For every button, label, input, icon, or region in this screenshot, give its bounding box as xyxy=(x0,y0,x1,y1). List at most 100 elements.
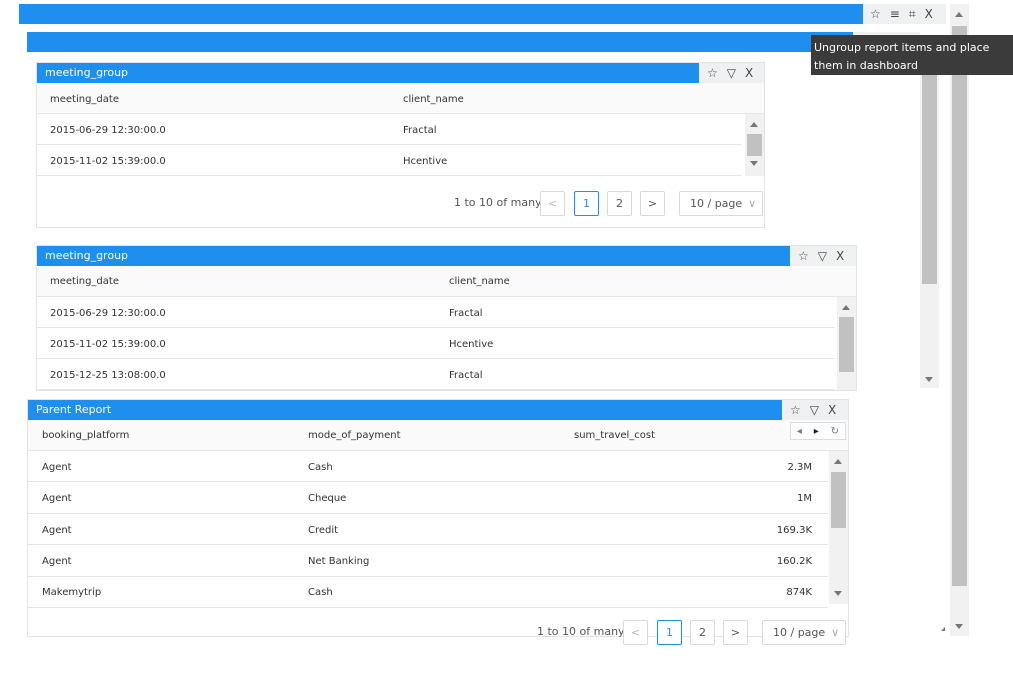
prev-page-button[interactable]: < xyxy=(623,620,648,645)
table-cell: 1M xyxy=(797,493,812,504)
pagination-summary: 1 to 10 of many xyxy=(454,196,542,209)
scroll-down-icon[interactable] xyxy=(925,377,933,382)
table-cell: Hcentive xyxy=(449,339,494,350)
table-header-row xyxy=(37,266,856,297)
table-row[interactable] xyxy=(28,482,828,514)
close-icon[interactable]: X xyxy=(925,7,933,21)
table-cell: Fractal xyxy=(449,308,483,319)
page-1-button[interactable]: 1 xyxy=(574,191,599,216)
scrollbar-thumb[interactable] xyxy=(839,317,854,372)
dashboard-toolbar: ☆ ≡ ⌗ X xyxy=(863,4,946,24)
table-cell: Fractal xyxy=(449,370,483,381)
table-header-row xyxy=(28,420,848,451)
table-scrollbar[interactable] xyxy=(829,451,848,604)
scrollbar-thumb[interactable] xyxy=(831,472,846,528)
table-cell: Credit xyxy=(308,525,339,536)
table-row[interactable] xyxy=(28,451,828,482)
column-header[interactable]: meeting_date xyxy=(50,94,119,105)
scroll-up-icon[interactable] xyxy=(955,12,963,17)
table-cell: Net Banking xyxy=(308,556,370,567)
close-icon[interactable]: X xyxy=(745,67,753,79)
table-cell: Agent xyxy=(42,462,72,473)
scrollbar-thumb[interactable] xyxy=(952,26,967,586)
table-cell: 2015-11-02 15:39:00.0 xyxy=(50,339,166,350)
scroll-down-icon[interactable] xyxy=(834,591,842,596)
report-panel-meeting-group-1: meeting_group ☆ ▽ X meeting_date client_… xyxy=(36,62,765,228)
panel-title: Parent Report xyxy=(28,400,783,420)
table-row[interactable] xyxy=(28,514,828,545)
scrollbar-thumb[interactable] xyxy=(747,134,762,156)
table-cell: 169.3K xyxy=(776,525,812,536)
table-scrollbar[interactable] xyxy=(745,114,764,176)
table-cell: Cash xyxy=(308,462,333,473)
page-size-value: 10 / page xyxy=(773,626,826,639)
list-icon[interactable]: ≡ xyxy=(890,7,900,21)
dashboard-header-bar xyxy=(19,4,863,24)
panel-toolbar: ☆ ▽ X xyxy=(782,400,848,420)
group-scrollbar[interactable] xyxy=(920,52,939,388)
filter-icon[interactable]: ▽ xyxy=(727,67,736,79)
column-header[interactable]: client_name xyxy=(403,94,464,105)
scroll-up-icon[interactable] xyxy=(750,122,758,127)
scroll-down-icon[interactable] xyxy=(750,161,758,166)
next-page-button[interactable]: > xyxy=(723,620,748,645)
pin-icon[interactable]: ☆ xyxy=(798,250,809,262)
table-cell: Fractal xyxy=(403,125,437,136)
table-row[interactable] xyxy=(28,577,828,608)
scroll-down-icon[interactable] xyxy=(955,624,963,629)
dashboard-scrollbar[interactable] xyxy=(950,4,969,636)
table-cell: 2015-06-29 12:30:00.0 xyxy=(50,308,166,319)
report-panel-meeting-group-2: meeting_group ☆ ▽ X meeting_date client_… xyxy=(36,245,857,391)
column-header[interactable]: client_name xyxy=(449,276,510,287)
group-header-bar xyxy=(27,32,853,52)
report-panel-parent-report: Parent Report ☆ ▽ X booking_platform mod… xyxy=(27,399,849,645)
filter-icon[interactable]: ▽ xyxy=(810,404,819,416)
pagination-summary: 1 to 10 of many xyxy=(537,625,625,638)
column-header[interactable]: meeting_date xyxy=(50,276,119,287)
table-cell: Cash xyxy=(308,587,333,598)
page-size-select[interactable]: 10 / page ∨ xyxy=(762,620,846,645)
table-header-row xyxy=(37,83,764,114)
panel-toolbar: ☆ ▽ X xyxy=(790,246,856,266)
close-icon[interactable]: X xyxy=(828,404,836,416)
panel-title: meeting_group xyxy=(37,246,792,266)
column-nav-controls: ◂ ▸ ↻ xyxy=(790,422,846,440)
next-page-button[interactable]: > xyxy=(640,191,665,216)
page-size-select[interactable]: 10 / page ∨ xyxy=(679,191,763,216)
refresh-icon[interactable]: ↻ xyxy=(831,426,839,437)
table-cell: Cheque xyxy=(308,493,347,504)
table-cell: Makemytrip xyxy=(42,587,102,598)
table-row[interactable] xyxy=(28,545,828,577)
resize-handle-icon[interactable] xyxy=(941,627,945,631)
scroll-up-icon[interactable] xyxy=(834,459,842,464)
pin-icon[interactable]: ☆ xyxy=(870,7,881,21)
page-1-button[interactable]: 1 xyxy=(657,620,682,645)
chevron-down-icon: ∨ xyxy=(831,626,840,639)
scroll-right-icon[interactable]: ▸ xyxy=(814,426,819,437)
page-2-button[interactable]: 2 xyxy=(690,620,715,645)
table-scrollbar[interactable] xyxy=(837,297,856,390)
column-header[interactable]: mode_of_payment xyxy=(308,430,401,441)
table-cell: 874K xyxy=(786,587,812,598)
pin-icon[interactable]: ☆ xyxy=(790,404,801,416)
table-cell: 2015-12-25 13:08:00.0 xyxy=(50,370,166,381)
pin-icon[interactable]: ☆ xyxy=(707,67,718,79)
filter-icon[interactable]: ▽ xyxy=(818,250,827,262)
chevron-down-icon: ∨ xyxy=(748,197,757,210)
table-cell: 2015-06-29 12:30:00.0 xyxy=(50,125,166,136)
prev-page-button[interactable]: < xyxy=(540,191,565,216)
table-cell: 160.2K xyxy=(776,556,812,567)
close-icon[interactable]: X xyxy=(836,250,844,262)
ungroup-icon[interactable]: ⌗ xyxy=(909,7,916,22)
table-cell: Agent xyxy=(42,525,72,536)
scroll-left-icon[interactable]: ◂ xyxy=(797,426,802,437)
panel-title: meeting_group xyxy=(37,63,701,83)
page-2-button[interactable]: 2 xyxy=(607,191,632,216)
page-size-value: 10 / page xyxy=(690,197,743,210)
column-header[interactable]: sum_travel_cost xyxy=(574,430,655,441)
table-cell: Agent xyxy=(42,556,72,567)
scroll-up-icon[interactable] xyxy=(842,305,850,310)
column-header[interactable]: booking_platform xyxy=(42,430,129,441)
table-cell: Agent xyxy=(42,493,72,504)
scrollbar-thumb[interactable] xyxy=(922,52,937,284)
